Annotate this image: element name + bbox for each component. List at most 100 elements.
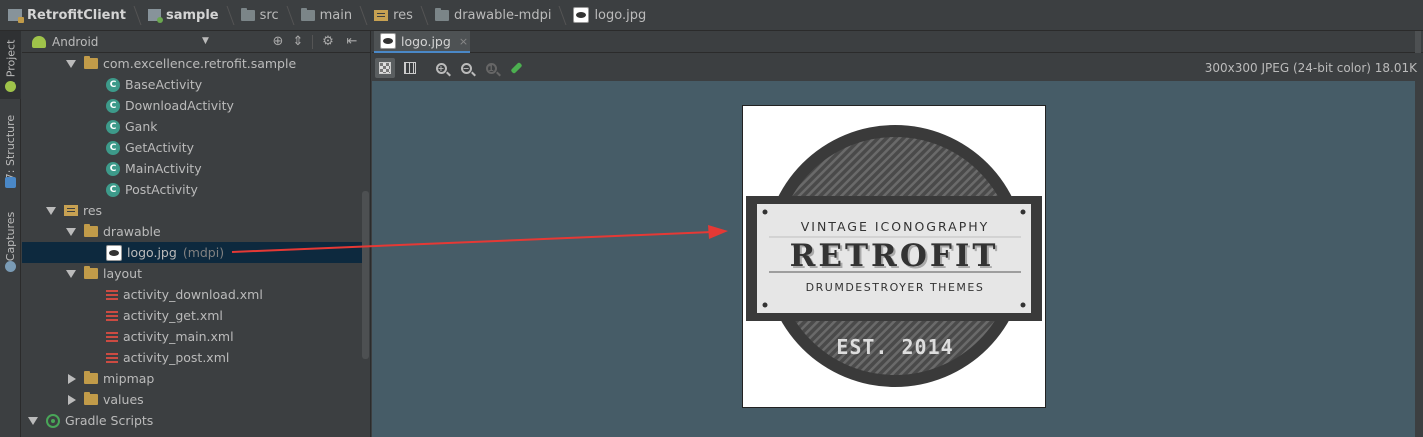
retrofit-logo-image: VINTAGE ICONOGRAPHY RETROFIT RETROFIT DR… bbox=[746, 125, 1042, 387]
structure-tool-tab[interactable]: 7: Structure bbox=[0, 107, 21, 187]
tree-item-label: values bbox=[103, 392, 144, 407]
tree-item-label: GetActivity bbox=[125, 140, 195, 155]
zoom-out-button[interactable]: − bbox=[456, 58, 476, 78]
breadcrumb-item[interactable]: src bbox=[229, 0, 295, 31]
tree-item-mainactivity[interactable]: C MainActivity bbox=[22, 158, 362, 179]
tree-item-label: layout bbox=[103, 266, 143, 281]
breadcrumb-label: src bbox=[259, 7, 279, 23]
tree-item-downloadactivity[interactable]: C DownloadActivity bbox=[22, 95, 362, 116]
breadcrumb-label: sample bbox=[165, 7, 219, 23]
image-canvas[interactable]: VINTAGE ICONOGRAPHY RETROFIT RETROFIT DR… bbox=[372, 81, 1423, 437]
expand-arrow-icon[interactable] bbox=[46, 206, 56, 215]
expand-arrow-icon[interactable] bbox=[66, 59, 76, 68]
tree-item-drawable[interactable]: drawable bbox=[22, 221, 362, 242]
package-icon bbox=[84, 56, 98, 69]
actual-size-button[interactable]: 1 bbox=[481, 58, 501, 78]
tree-item-label: BaseActivity bbox=[125, 77, 203, 92]
tree-item-label: MainActivity bbox=[125, 161, 202, 176]
tree-item-postactivity[interactable]: C PostActivity bbox=[22, 179, 362, 200]
project-tree: com.excellence.retrofit.sample C BaseActiv… bbox=[22, 53, 362, 437]
tree-item-gradle-scripts[interactable]: Gradle Scripts bbox=[22, 410, 362, 431]
breadcrumb-item[interactable]: RetrofitClient bbox=[8, 0, 142, 31]
breadcrumb-label: drawable-mdpi bbox=[453, 7, 552, 23]
logo-line4: EST. 2014 bbox=[836, 335, 953, 359]
android-icon bbox=[32, 35, 46, 48]
class-icon: C bbox=[106, 77, 120, 92]
tree-item-layout[interactable]: layout bbox=[22, 263, 362, 284]
collapse-arrow-icon[interactable] bbox=[68, 394, 76, 405]
tree-item-logo-jpg[interactable]: logo.jpg (mdpi) bbox=[22, 242, 362, 263]
class-icon: C bbox=[106, 161, 120, 176]
tree-item-mipmap[interactable]: mipmap bbox=[22, 368, 362, 389]
tree-item-gank[interactable]: C Gank bbox=[22, 116, 362, 137]
breadcrumb-item[interactable]: logo.jpg bbox=[561, 0, 656, 31]
tree-item-label: mipmap bbox=[103, 371, 155, 386]
image-file-icon bbox=[106, 244, 122, 261]
breadcrumb-item[interactable]: res bbox=[362, 0, 429, 31]
folder-icon bbox=[300, 7, 315, 21]
expand-arrow-icon[interactable] bbox=[28, 416, 38, 425]
folder-icon bbox=[434, 7, 449, 21]
class-icon: C bbox=[106, 119, 120, 134]
eyedropper-icon bbox=[509, 61, 523, 75]
captures-icon bbox=[5, 261, 16, 272]
breadcrumb-item[interactable]: sample bbox=[136, 0, 235, 31]
tree-item-activity-download-xml[interactable]: activity_download.xml bbox=[22, 284, 362, 305]
tree-item-label: activity_post.xml bbox=[123, 350, 230, 365]
folder-icon bbox=[240, 7, 255, 21]
chevron-down-icon[interactable]: ▼ bbox=[202, 36, 209, 46]
breadcrumb-item[interactable]: drawable-mdpi bbox=[423, 0, 567, 31]
tree-item-label: Gradle Scripts bbox=[65, 413, 154, 428]
zoom-out-icon: − bbox=[460, 62, 472, 74]
android-icon bbox=[5, 81, 16, 92]
expand-arrow-icon[interactable] bbox=[66, 269, 76, 278]
collapse-all-icon[interactable]: ⇕ bbox=[290, 34, 306, 50]
folder-icon bbox=[84, 266, 98, 279]
image-file-icon bbox=[573, 7, 590, 23]
chessboard-toggle-button[interactable] bbox=[375, 58, 395, 78]
tree-item-label: PostActivity bbox=[125, 182, 198, 197]
class-icon: C bbox=[106, 182, 120, 197]
folder-icon bbox=[84, 392, 98, 405]
collapse-arrow-icon[interactable] bbox=[68, 373, 76, 384]
zoom-in-button[interactable]: + bbox=[431, 58, 451, 78]
xml-file-icon bbox=[106, 310, 118, 322]
grid-toggle-button[interactable] bbox=[400, 58, 420, 78]
color-picker-button[interactable] bbox=[506, 58, 526, 78]
tree-item-res[interactable]: res bbox=[22, 200, 362, 221]
editor-tab-bar: logo.jpg × bbox=[372, 31, 1423, 53]
tab-scrollbar[interactable] bbox=[1415, 31, 1421, 53]
res-folder-icon bbox=[374, 9, 389, 21]
chessboard-icon bbox=[379, 62, 391, 74]
structure-icon bbox=[5, 177, 16, 188]
breadcrumb-label: RetrofitClient bbox=[27, 7, 126, 23]
canvas-vertical-scrollbar[interactable] bbox=[1415, 81, 1423, 437]
tree-item-label: activity_get.xml bbox=[123, 308, 223, 323]
tree-item-activity-get-xml[interactable]: activity_get.xml bbox=[22, 305, 362, 326]
tree-item-label: activity_download.xml bbox=[123, 287, 263, 302]
gear-icon[interactable]: ⚙ bbox=[320, 34, 336, 50]
tree-item-label: DownloadActivity bbox=[125, 98, 234, 113]
image-editor-toolbar: + − 1 300x300 JPEG (24-bit color) 18.01K bbox=[372, 54, 1423, 81]
tree-item-com-excellence-retrofit-sample[interactable]: com.excellence.retrofit.sample bbox=[22, 53, 362, 74]
tree-scrollbar[interactable] bbox=[362, 191, 369, 359]
tree-item-label: Gank bbox=[125, 119, 158, 134]
image-preview: VINTAGE ICONOGRAPHY RETROFIT RETROFIT DR… bbox=[742, 105, 1046, 408]
tree-item-activity-main-xml[interactable]: activity_main.xml bbox=[22, 326, 362, 347]
tree-item-baseactivity[interactable]: C BaseActivity bbox=[22, 74, 362, 95]
expand-arrow-icon[interactable] bbox=[66, 227, 76, 236]
scroll-from-source-icon[interactable]: ⊕ bbox=[270, 34, 286, 50]
tree-item-getactivity[interactable]: C GetActivity bbox=[22, 137, 362, 158]
breadcrumb-label: logo.jpg bbox=[594, 7, 647, 23]
breadcrumb-label: main bbox=[319, 7, 353, 23]
structure-tool-tab-label: 7: Structure bbox=[4, 114, 17, 180]
hide-panel-icon[interactable]: ⇤ bbox=[344, 34, 360, 50]
tool-window-strip: 1: Project 7: Structure Captures bbox=[0, 31, 21, 437]
image-info: 300x300 JPEG (24-bit color) 18.01K bbox=[1204, 61, 1417, 75]
tree-item-values[interactable]: values bbox=[22, 389, 362, 410]
breadcrumb-item[interactable]: main bbox=[289, 0, 368, 31]
close-icon[interactable]: × bbox=[459, 35, 468, 48]
tab-logo-jpg[interactable]: logo.jpg × bbox=[374, 31, 470, 53]
tree-item-activity-post-xml[interactable]: activity_post.xml bbox=[22, 347, 362, 368]
view-mode-selector[interactable]: Android bbox=[52, 35, 98, 49]
